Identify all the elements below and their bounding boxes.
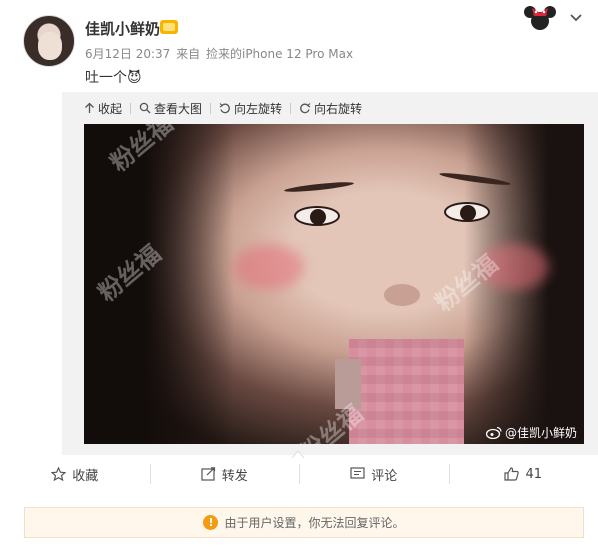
- photo-handle-text: @佳凯小鲜奶: [505, 426, 578, 440]
- photo-eye-right: [444, 202, 490, 222]
- photo-eye-left: [294, 206, 340, 226]
- favorite-button[interactable]: 收藏: [0, 458, 150, 490]
- post-meta: 6月12日 20:37 来自 捡来的iPhone 12 Pro Max: [85, 45, 355, 62]
- warning-icon: !: [203, 515, 219, 530]
- comment-icon: [350, 467, 365, 479]
- username[interactable]: 佳凯小鲜奶: [85, 18, 160, 39]
- comment-label: 评论: [371, 468, 398, 484]
- toolbar-divider: [210, 102, 212, 114]
- photo-nose: [384, 284, 420, 306]
- image-toolbar: 收起 查看大图 向左旋转 向右旋转: [84, 99, 362, 117]
- rotate-left-button[interactable]: 向左旋转: [219, 100, 282, 117]
- action-bar: 收藏 转发 评论 41: [0, 458, 598, 490]
- vip-badge-icon[interactable]: [160, 20, 178, 34]
- comment-button[interactable]: 评论: [299, 458, 449, 490]
- like-count: 41: [525, 466, 543, 482]
- photo-mosaic-censor: [335, 339, 464, 444]
- comment-disabled-notice: ! 由于用户设置，你无法回复评论。: [24, 507, 584, 538]
- photo-brow-left: [283, 180, 355, 194]
- photo-blush-left: [234, 244, 304, 290]
- rotate-right-label: 向右旋转: [314, 101, 363, 116]
- post-text: 吐一个😈: [85, 70, 142, 86]
- chevron-down-icon[interactable]: [568, 10, 584, 26]
- arrow-up-icon: [85, 102, 94, 113]
- rotate-right-button[interactable]: 向右旋转: [299, 100, 362, 117]
- repost-icon: [201, 467, 215, 481]
- post-date[interactable]: 6月12日 20:37: [85, 47, 170, 61]
- toolbar-divider: [290, 102, 292, 114]
- view-large-button[interactable]: 查看大图: [139, 100, 202, 117]
- collapse-label: 收起: [98, 101, 123, 116]
- repost-button[interactable]: 转发: [149, 458, 300, 490]
- like-button[interactable]: 41: [448, 458, 598, 490]
- active-tab-caret-icon: [292, 450, 304, 458]
- notice-text: 由于用户设置，你无法回复评论。: [224, 516, 405, 530]
- search-icon: [139, 102, 151, 114]
- collapse-button[interactable]: 收起: [84, 100, 122, 117]
- rotate-left-icon: [219, 103, 230, 114]
- source-prefix: 来自: [176, 47, 201, 61]
- toolbar-divider: [130, 102, 132, 114]
- star-icon: [51, 467, 67, 481]
- rotate-right-icon: [300, 103, 311, 114]
- source-device[interactable]: 捡来的iPhone 12 Pro Max: [206, 47, 353, 61]
- weibo-logo-icon: [486, 426, 502, 439]
- favorite-label: 收藏: [72, 468, 99, 484]
- mickey-decoration-icon: [524, 6, 556, 30]
- thumbs-up-icon: [504, 467, 520, 481]
- view-large-label: 查看大图: [154, 101, 203, 116]
- post-photo[interactable]: 粉丝福 粉丝福 粉丝福 粉丝福: [84, 124, 584, 444]
- photo-handle-watermark: @佳凯小鲜奶: [486, 424, 577, 441]
- repost-label: 转发: [221, 468, 248, 484]
- rotate-left-label: 向左旋转: [234, 101, 283, 116]
- avatar[interactable]: [23, 15, 75, 67]
